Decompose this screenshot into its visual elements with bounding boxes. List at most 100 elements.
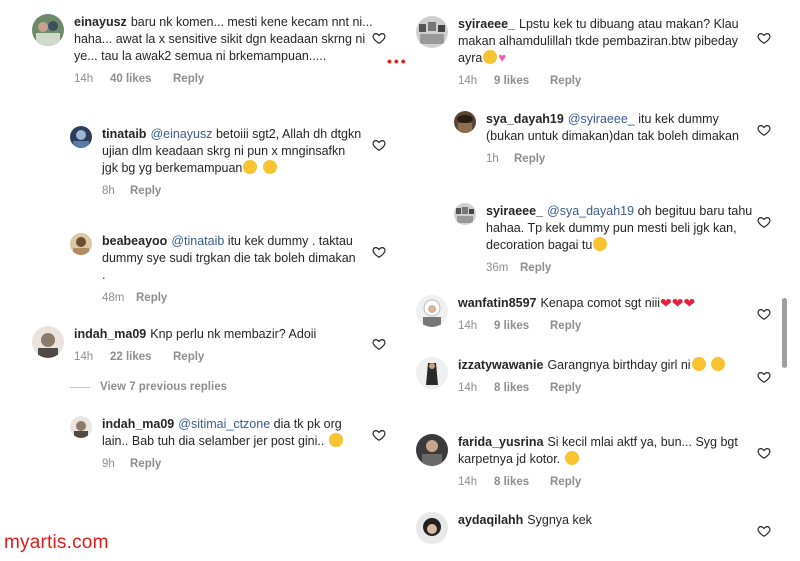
comment-username[interactable]: beabeayoo bbox=[102, 234, 167, 248]
scrollbar[interactable] bbox=[782, 298, 787, 368]
comment: wanfatin8597 Kenapa comot sgt niii❤❤❤ 14h… bbox=[416, 295, 763, 335]
comment-time: 1h bbox=[486, 153, 499, 165]
heart-outline-icon[interactable] bbox=[372, 31, 386, 45]
heart-outline-icon[interactable] bbox=[757, 307, 771, 321]
reply-button[interactable]: Reply bbox=[173, 71, 204, 88]
comment-text: Sygnya kek bbox=[527, 513, 592, 527]
heart-outline-icon[interactable] bbox=[372, 337, 386, 351]
comment-time: 9h bbox=[102, 458, 115, 470]
heart-outline-icon[interactable] bbox=[757, 123, 771, 137]
comment-reply: sya_dayah19 @syiraeee_ itu kek dummy (buk… bbox=[454, 111, 754, 168]
comment-reply: syiraeee_ @sya_dayah19 oh begituu baru ta… bbox=[454, 203, 754, 277]
reply-button[interactable]: Reply bbox=[520, 260, 551, 277]
avatar[interactable] bbox=[70, 126, 92, 148]
avatar[interactable] bbox=[416, 357, 448, 389]
emoji-face-icon bbox=[691, 357, 706, 371]
comment-username[interactable]: syiraeee_ bbox=[458, 17, 515, 31]
avatar[interactable] bbox=[416, 434, 448, 466]
mention-link[interactable]: @sitimai_ctzone bbox=[178, 417, 270, 431]
watermark: myartis.com bbox=[4, 532, 109, 553]
comment-username[interactable]: einayusz bbox=[74, 15, 127, 29]
view-replies-label: View 7 previous replies bbox=[100, 381, 227, 393]
comment-text: Kenapa comot sgt niii bbox=[540, 296, 661, 310]
comment-meta: 8h Reply bbox=[102, 183, 362, 200]
red-heart-emoji: ❤ bbox=[671, 295, 684, 311]
view-previous-replies-button[interactable]: View 7 previous replies bbox=[70, 381, 227, 393]
reply-button[interactable]: Reply bbox=[130, 183, 161, 200]
comment-meta: 9h Reply bbox=[102, 456, 362, 473]
comment-meta: 14h 40 likes Reply bbox=[74, 71, 374, 88]
comment-username[interactable]: tinataib bbox=[102, 127, 146, 141]
avatar[interactable] bbox=[454, 111, 476, 133]
avatar[interactable] bbox=[32, 14, 64, 46]
pink-heart-emoji: ♥ bbox=[498, 50, 507, 65]
comment-likes[interactable]: 40 likes bbox=[110, 71, 173, 88]
avatar[interactable] bbox=[70, 233, 92, 255]
avatar[interactable] bbox=[416, 295, 448, 327]
comment-meta: 1h Reply bbox=[486, 151, 754, 168]
reply-button[interactable]: Reply bbox=[514, 151, 545, 168]
comment-username[interactable]: indah_ma09 bbox=[74, 327, 146, 341]
heart-outline-icon[interactable] bbox=[372, 428, 386, 442]
comment-likes[interactable]: 22 likes bbox=[110, 349, 173, 366]
reply-button[interactable]: Reply bbox=[550, 73, 581, 90]
heart-outline-icon[interactable] bbox=[757, 31, 771, 45]
heart-outline-icon[interactable] bbox=[757, 370, 771, 384]
emoji-face-icon bbox=[483, 50, 498, 64]
divider bbox=[70, 386, 90, 388]
left-comment-column: einayusz baru nk komen... mesti kene keca… bbox=[0, 0, 392, 561]
heart-outline-icon[interactable] bbox=[757, 524, 771, 538]
comment-text: Knp perlu nk membazir? Adoii bbox=[150, 327, 317, 341]
heart-outline-icon[interactable] bbox=[372, 245, 386, 259]
comment-meta: 14h 22 likes Reply bbox=[74, 349, 374, 366]
comment-likes[interactable]: 9 likes bbox=[494, 318, 550, 335]
mention-link[interactable]: @einayusz bbox=[150, 127, 212, 141]
comment-meta: 48m Reply bbox=[102, 290, 362, 307]
avatar[interactable] bbox=[70, 416, 92, 438]
emoji-face-icon bbox=[262, 160, 277, 174]
comment-username[interactable]: syiraeee_ bbox=[486, 204, 543, 218]
comment: indah_ma09 Knp perlu nk membazir? Adoii 1… bbox=[32, 326, 374, 366]
comment-username[interactable]: aydaqilahh bbox=[458, 513, 523, 527]
comment-time: 8h bbox=[102, 185, 115, 197]
avatar[interactable] bbox=[416, 16, 448, 48]
avatar[interactable] bbox=[454, 203, 476, 225]
comment: einayusz baru nk komen... mesti kene keca… bbox=[32, 14, 374, 88]
avatar[interactable] bbox=[416, 512, 448, 544]
comment-username[interactable]: izzatywawanie bbox=[458, 358, 543, 372]
comment-time: 14h bbox=[458, 320, 478, 332]
reply-button[interactable]: Reply bbox=[550, 318, 581, 335]
heart-outline-icon[interactable] bbox=[372, 138, 386, 152]
comment-username[interactable]: indah_ma09 bbox=[102, 417, 174, 431]
comment-time: 14h bbox=[458, 382, 478, 394]
emoji-face-icon bbox=[593, 237, 608, 251]
comment-time: 14h bbox=[74, 351, 94, 363]
comment: aydaqilahh Sygnya kek bbox=[416, 512, 763, 544]
comment: farida_yusrina Si kecil mlai aktf ya, bun… bbox=[416, 434, 763, 491]
emoji-face-icon bbox=[711, 357, 726, 371]
comment-username[interactable]: sya_dayah19 bbox=[486, 112, 564, 126]
avatar[interactable] bbox=[32, 326, 64, 358]
red-heart-emoji: ❤ bbox=[683, 295, 696, 311]
comment-time: 14h bbox=[458, 476, 478, 488]
comment-likes[interactable]: 8 likes bbox=[494, 380, 550, 397]
mention-link[interactable]: @tinataib bbox=[171, 234, 224, 248]
comment-username[interactable]: farida_yusrina bbox=[458, 435, 543, 449]
reply-button[interactable]: Reply bbox=[173, 349, 204, 366]
comment-time: 48m bbox=[102, 292, 125, 304]
reply-button[interactable]: Reply bbox=[136, 290, 167, 307]
heart-outline-icon[interactable] bbox=[757, 446, 771, 460]
comment-likes[interactable]: 8 likes bbox=[494, 474, 550, 491]
reply-button[interactable]: Reply bbox=[550, 380, 581, 397]
mention-link[interactable]: @syiraeee_ bbox=[568, 112, 635, 126]
comment: izzatywawanie Garangnya birthday girl ni … bbox=[416, 357, 763, 397]
reply-button[interactable]: Reply bbox=[130, 456, 161, 473]
heart-outline-icon[interactable] bbox=[757, 215, 771, 229]
comment-meta: 14h 8 likes Reply bbox=[458, 474, 763, 491]
comment-reply: beabeayoo @tinataib itu kek dummy . takta… bbox=[70, 233, 362, 307]
separator-dots: ••• bbox=[387, 53, 408, 69]
mention-link[interactable]: @sya_dayah19 bbox=[547, 204, 634, 218]
comment-username[interactable]: wanfatin8597 bbox=[458, 296, 537, 310]
reply-button[interactable]: Reply bbox=[550, 474, 581, 491]
comment-likes[interactable]: 9 likes bbox=[494, 73, 550, 90]
